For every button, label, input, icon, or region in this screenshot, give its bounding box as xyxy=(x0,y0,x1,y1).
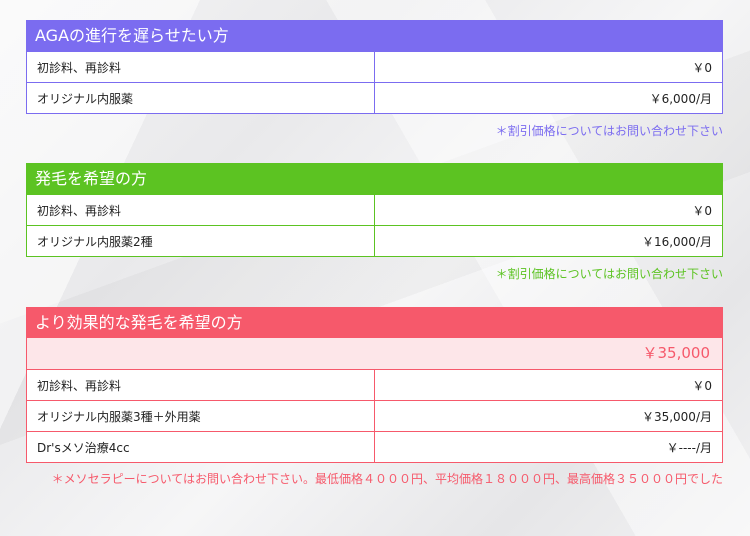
row-price: ￥35,000/月 xyxy=(374,400,723,432)
plan-section-effective-growth: より効果的な発毛を希望の方 ￥35,000 初診料、再診料 ￥0 オリジナル内服… xyxy=(26,307,723,491)
row-label: オリジナル内服薬3種＋外用薬 xyxy=(26,400,375,432)
discount-note: ＊割引価格についてはお問い合わせ下さい xyxy=(495,124,723,138)
row-label: 初診料、再診料 xyxy=(26,369,375,401)
row-label: 初診料、再診料 xyxy=(26,51,375,83)
row-label: Dr'sメソ治療4cc xyxy=(26,431,375,463)
row-price: ￥0 xyxy=(374,369,723,401)
table-row: 初診料、再診料 ￥0 xyxy=(26,369,723,401)
mesotherapy-note: ＊メソセラピーについてはお問い合わせ下さい。最低価格４０００円、平均価格１８００… xyxy=(51,472,723,486)
row-price: ￥----/月 xyxy=(374,431,723,463)
row-price: ￥0 xyxy=(374,51,723,83)
row-label: 初診料、再診料 xyxy=(26,194,375,226)
row-label: オリジナル内服薬2種 xyxy=(26,225,375,257)
plan-title: 発毛を希望の方 xyxy=(26,163,723,194)
table-row: Dr'sメソ治療4cc ￥----/月 xyxy=(26,431,723,463)
discount-note: ＊割引価格についてはお問い合わせ下さい xyxy=(495,267,723,281)
row-price: ￥0 xyxy=(374,194,723,226)
table-row: 初診料、再診料 ￥0 xyxy=(26,194,723,226)
plan-section-hair-growth: 発毛を希望の方 初診料、再診料 ￥0 オリジナル内服薬2種 ￥16,000/月 … xyxy=(26,163,723,282)
row-price: ￥16,000/月 xyxy=(374,225,723,257)
table-row: オリジナル内服薬 ￥6,000/月 xyxy=(26,82,723,114)
plan-title: より効果的な発毛を希望の方 xyxy=(26,307,723,338)
table-row: オリジナル内服薬2種 ￥16,000/月 xyxy=(26,225,723,257)
price-table: 初診料、再診料 ￥0 オリジナル内服薬2種 ￥16,000/月 xyxy=(26,194,723,257)
price-table: 初診料、再診料 ￥0 オリジナル内服薬3種＋外用薬 ￥35,000/月 Dr's… xyxy=(26,369,723,463)
row-price: ￥6,000/月 xyxy=(374,82,723,114)
table-row: オリジナル内服薬3種＋外用薬 ￥35,000/月 xyxy=(26,400,723,432)
table-row: 初診料、再診料 ￥0 xyxy=(26,51,723,83)
total-price: ￥35,000 xyxy=(26,338,723,369)
plan-section-aga: AGAの進行を遅らせたい方 初診料、再診料 ￥0 オリジナル内服薬 ￥6,000… xyxy=(26,20,723,139)
row-label: オリジナル内服薬 xyxy=(26,82,375,114)
plan-title: AGAの進行を遅らせたい方 xyxy=(26,20,723,51)
price-table: 初診料、再診料 ￥0 オリジナル内服薬 ￥6,000/月 xyxy=(26,51,723,114)
